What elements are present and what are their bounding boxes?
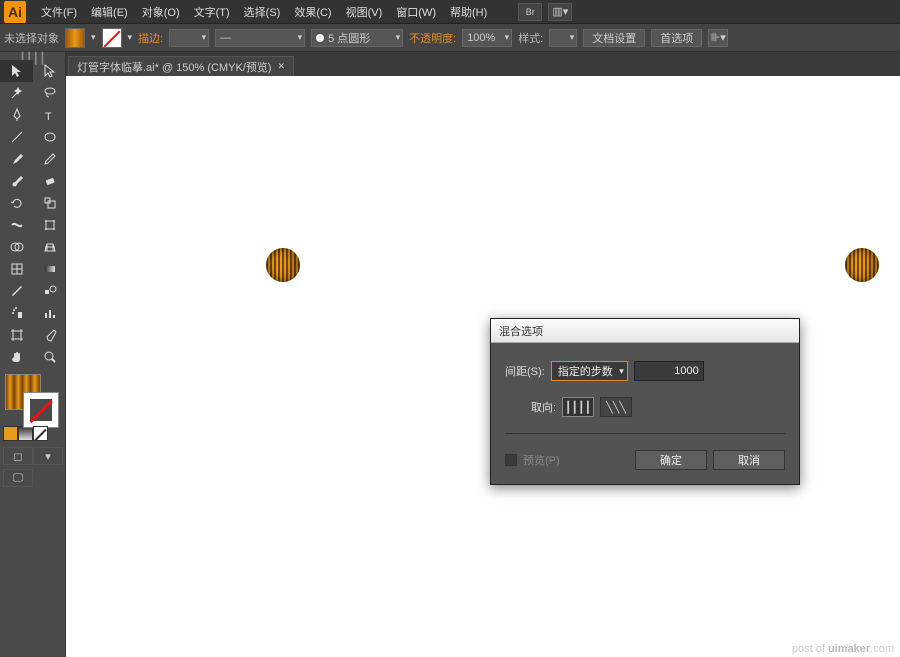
menu-select[interactable]: 选择(S) [237,4,288,20]
rotate-tool[interactable] [0,192,33,214]
doc-setup-button[interactable]: 文档设置 [583,29,645,47]
orient-path-button[interactable]: ╲╲╲ [600,397,632,417]
arrange-button[interactable]: ▥▾ [548,3,572,21]
spacing-value-input[interactable]: 1000 [634,361,704,381]
arrange-icon: ▥▾ [552,5,568,18]
tools-grid: T [0,60,65,368]
change-screen-mode[interactable]: 🖵 [3,469,33,487]
preview-checkbox[interactable] [505,454,517,466]
eraser-tool[interactable] [33,170,66,192]
stroke-profile-dropdown[interactable]: — [215,29,305,47]
column-graph-tool[interactable] [33,302,66,324]
style-label: 样式: [518,30,543,46]
tab-title: 灯管字体临摹.ai* @ 150% (CMYK/预览) [77,59,272,75]
color-mode-row [3,426,65,441]
eyedropper-tool[interactable] [0,280,33,302]
artwork-circle-left[interactable] [266,248,300,282]
spacing-label: 间距(S): [505,363,545,379]
type-tool[interactable]: T [33,104,66,126]
magic-wand-tool[interactable] [0,82,33,104]
options-bar: 未选择对象 ▾ ▾ 描边: — 5 点圆形 不透明度: 100% 样式: 文档设… [0,24,900,52]
blend-options-dialog: 混合选项 间距(S): 指定的步数 1000 取向: ┃┃┃┃ ╲╲╲ 预览(P… [490,318,800,485]
mesh-tool[interactable] [0,258,33,280]
opacity-dropdown[interactable]: 100% [462,29,512,47]
gradient-tool[interactable] [33,258,66,280]
menu-file[interactable]: 文件(F) [34,4,84,20]
align-button[interactable]: ⊪▾ [708,29,728,47]
watermark: post of uimaker.com [792,643,894,655]
app-logo: Ai [4,1,26,23]
selection-status: 未选择对象 [4,30,59,46]
spacing-mode-dropdown[interactable]: 指定的步数 [551,361,628,381]
shape-builder-tool[interactable] [0,236,33,258]
menu-view[interactable]: 视图(V) [339,4,390,20]
screen-mode[interactable]: ▾ [33,447,63,465]
perspective-tool[interactable] [33,236,66,258]
orientation-label: 取向: [531,399,556,415]
menu-effect[interactable]: 效果(C) [287,4,338,20]
screen-mode-row: ◻ ▾ [3,447,65,465]
preferences-button[interactable]: 首选项 [651,29,702,47]
ellipse-tool[interactable] [33,126,66,148]
orient-page-icon: ┃┃┃┃ [565,401,592,414]
stroke-weight-dropdown[interactable] [169,29,209,47]
menu-help[interactable]: 帮助(H) [443,4,494,20]
orient-page-button[interactable]: ┃┃┃┃ [562,397,594,417]
svg-text:T: T [45,111,52,123]
line-tool[interactable] [0,126,33,148]
stroke-swatch[interactable] [102,28,122,48]
bridge-button[interactable]: Br [518,3,542,21]
tools-panel: ┃┃┃┃ T ◻ [0,52,66,657]
lasso-tool[interactable] [33,82,66,104]
stroke-box[interactable] [23,392,59,428]
orient-path-icon: ╲╲╲ [606,401,626,414]
cancel-button[interactable]: 取消 [713,450,785,470]
dialog-title: 混合选项 [491,319,799,343]
pencil-tool[interactable] [33,148,66,170]
slice-tool[interactable] [33,324,66,346]
ok-button[interactable]: 确定 [635,450,707,470]
preview-label: 预览(P) [523,452,560,468]
direct-selection-tool[interactable] [33,60,66,82]
dropdown-icon[interactable]: ▾ [128,32,133,43]
color-mode[interactable] [3,426,18,441]
selection-tool[interactable] [0,60,33,82]
scale-tool[interactable] [33,192,66,214]
menu-object[interactable]: 对象(O) [135,4,187,20]
close-icon[interactable]: ✕ [278,61,286,72]
artboard-tool[interactable] [0,324,33,346]
stroke-label[interactable]: 描边: [138,30,163,46]
dropdown-icon[interactable]: ▾ [91,32,96,43]
blend-tool[interactable] [33,280,66,302]
bridge-icon: Br [526,7,535,17]
menubar: Ai 文件(F) 编辑(E) 对象(O) 文字(T) 选择(S) 效果(C) 视… [0,0,900,24]
menu-window[interactable]: 窗口(W) [389,4,443,20]
zoom-tool[interactable] [33,346,66,368]
draw-mode[interactable]: ◻ [3,447,33,465]
none-mode[interactable] [33,426,48,441]
symbol-sprayer-tool[interactable] [0,302,33,324]
free-transform-tool[interactable] [33,214,66,236]
artwork-circle-right[interactable] [845,248,879,282]
gradient-mode[interactable] [18,426,33,441]
blob-brush-tool[interactable] [0,170,33,192]
fill-stroke-control[interactable] [3,372,63,424]
document-tab[interactable]: 灯管字体临摹.ai* @ 150% (CMYK/预览) ✕ [68,56,294,76]
hand-tool[interactable] [0,346,33,368]
width-tool[interactable] [0,214,33,236]
menu-edit[interactable]: 编辑(E) [84,4,135,20]
paintbrush-tool[interactable] [0,148,33,170]
style-dropdown[interactable] [549,29,577,47]
document-tabs: 灯管字体临摹.ai* @ 150% (CMYK/预览) ✕ [0,52,900,76]
opacity-label[interactable]: 不透明度: [409,30,456,46]
fill-swatch[interactable] [65,28,85,48]
pen-tool[interactable] [0,104,33,126]
brush-dropdown[interactable]: 5 点圆形 [311,29,403,47]
menu-type[interactable]: 文字(T) [187,4,237,20]
